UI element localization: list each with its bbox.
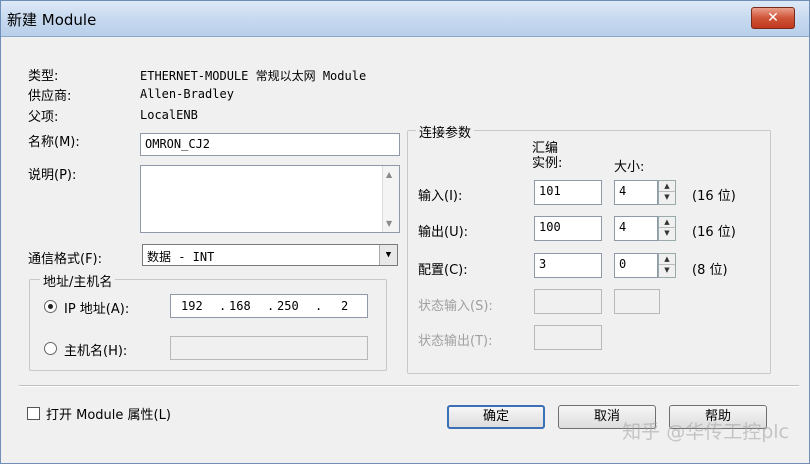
title-bar[interactable]: 新建 Module ✕ [1,1,809,37]
name-label: 名称(M): [28,135,80,150]
vendor-value: Allen-Bradley [140,87,234,101]
type-label: 类型: [28,69,59,84]
scroll-up-icon[interactable]: ▲ [386,170,392,179]
open-properties-label[interactable]: 打开 Module 属性(L) [46,404,171,423]
output-instance-field[interactable]: 100 [534,216,602,241]
ip-octet-4[interactable]: 2 [341,298,348,314]
input-instance-field[interactable]: 101 [534,180,602,205]
col-instance-header: 汇编 实例: [532,141,563,171]
status-output-instance-field[interactable] [534,325,602,350]
watermark-text: 知乎 @华传工控plc [622,421,789,443]
comm-format-select[interactable]: 数据 - INT ▼ [142,244,398,266]
address-group-title: 地址/主机名 [40,271,116,290]
ip-radio[interactable] [44,300,57,313]
description-scrollbar[interactable]: ▲ ▼ [382,166,399,232]
ip-octet-3[interactable]: 250 [277,298,299,314]
ip-label: IP 地址(A): [64,302,130,317]
close-icon: ✕ [767,10,779,26]
description-label: 说明(P): [28,168,77,183]
output-row-label: 输出(U): [418,225,469,240]
ip-octet-2[interactable]: 168 [229,298,251,314]
footer-divider [19,385,799,387]
config-instance-field[interactable]: 3 [534,253,602,278]
status-output-row-label: 状态输出(T): [418,334,493,349]
address-group: 地址/主机名 IP 地址(A): 192 . 168 . 250 . 2 主机名… [29,271,387,371]
parent-label: 父项: [28,110,59,125]
input-size-spinner[interactable]: ▲ ▼ [658,180,676,205]
input-row-label: 输入(I): [418,189,463,204]
ok-button[interactable]: 确定 [447,405,545,429]
host-radio[interactable] [44,342,57,355]
ip-address-field[interactable]: 192 . 168 . 250 . 2 [170,294,368,318]
connection-group: 连接参数 汇编 实例: 大小: 输入(I): 101 4 ▲ ▼ (16 位) 输出… [407,122,771,374]
status-input-instance-field[interactable] [534,289,602,314]
output-unit: (16 位) [692,225,736,240]
output-size-spinner[interactable]: ▲ ▼ [658,216,676,241]
open-properties-checkbox[interactable] [27,407,40,420]
host-label: 主机名(H): [64,344,128,359]
output-size-field[interactable]: 4 [614,216,658,241]
comm-format-label: 通信格式(F): [28,252,103,267]
name-input[interactable]: OMRON_CJ2 [140,133,400,156]
config-unit: (8 位) [692,263,728,278]
status-input-size-field[interactable] [614,289,660,314]
config-size-field[interactable]: 0 [614,253,658,278]
connection-group-title: 连接参数 [416,122,475,141]
chevron-down-icon[interactable]: ▼ [379,245,397,265]
comm-format-value: 数据 - INT [147,250,215,264]
description-textarea[interactable]: ▲ ▼ [140,165,400,233]
parent-value: LocalENB [140,108,198,122]
col-size-header: 大小: [614,160,645,175]
vendor-label: 供应商: [28,89,72,104]
new-module-dialog: 新建 Module ✕ 类型: ETHERNET-MODULE 常规以太网 Mo… [0,0,810,464]
scroll-down-icon[interactable]: ▼ [386,219,392,228]
input-size-field[interactable]: 4 [614,180,658,205]
config-size-spinner[interactable]: ▲ ▼ [658,253,676,278]
type-value: ETHERNET-MODULE 常规以太网 Module [140,69,367,83]
ip-octet-1[interactable]: 192 [181,298,203,314]
status-input-row-label: 状态输入(S): [418,299,493,314]
input-unit: (16 位) [692,189,736,204]
dialog-title: 新建 Module [7,11,97,29]
close-button[interactable]: ✕ [751,7,795,29]
config-row-label: 配置(C): [418,263,468,278]
host-field[interactable] [170,336,368,360]
